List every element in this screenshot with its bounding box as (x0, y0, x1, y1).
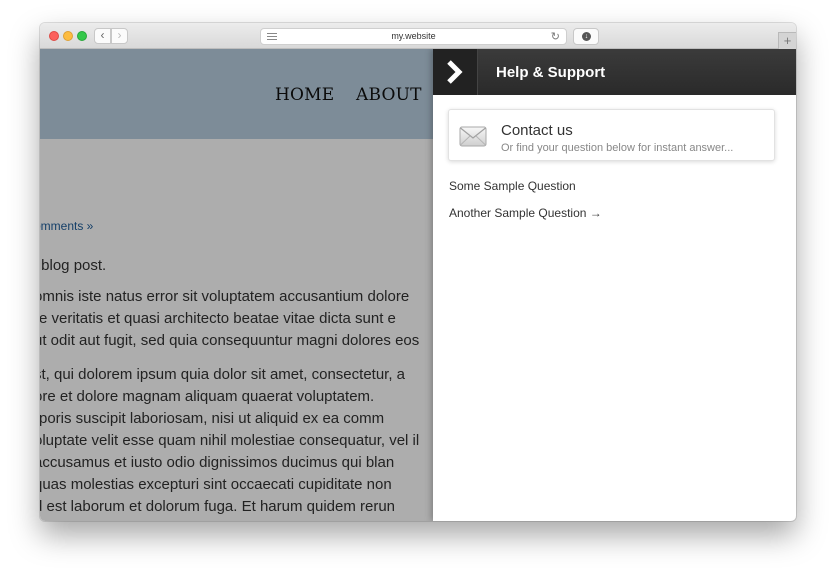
minimize-window-button[interactable] (63, 31, 73, 41)
envelope-icon (459, 126, 487, 147)
url-text: my.website (391, 31, 436, 41)
help-panel-title: Help & Support (496, 64, 606, 81)
chevron-right-icon (447, 60, 463, 84)
faq-question-link[interactable]: Some Sample Question (449, 179, 576, 193)
downloads-button[interactable]: ↓ (573, 28, 599, 45)
reload-icon[interactable]: ↻ (551, 30, 560, 43)
close-window-button[interactable] (49, 31, 59, 41)
help-support-panel: Help & Support Contact us Or find your q… (433, 49, 796, 521)
download-icon: ↓ (582, 32, 591, 41)
address-bar[interactable]: my.website ↻ (260, 28, 567, 45)
page-viewport: HOME ABOUT omments » r blog post. omnis … (40, 49, 796, 521)
title-bar: ‹ › my.website ↻ ↓ + (40, 23, 796, 49)
collapse-panel-button[interactable] (433, 49, 478, 95)
help-panel-header: Help & Support (433, 49, 796, 95)
new-tab-button[interactable]: + (778, 32, 796, 49)
contact-us-title: Contact us (501, 122, 573, 139)
contact-us-subtitle: Or find your question below for instant … (501, 142, 734, 154)
back-button[interactable]: ‹ (94, 28, 111, 44)
browser-window: ‹ › my.website ↻ ↓ + HOME ABOUT omments … (40, 23, 796, 521)
zoom-window-button[interactable] (77, 31, 87, 41)
faq-question-link[interactable]: Another Sample Question → (449, 206, 602, 220)
contact-us-card[interactable]: Contact us Or find your question below f… (448, 109, 775, 161)
forward-button[interactable]: › (111, 28, 128, 44)
